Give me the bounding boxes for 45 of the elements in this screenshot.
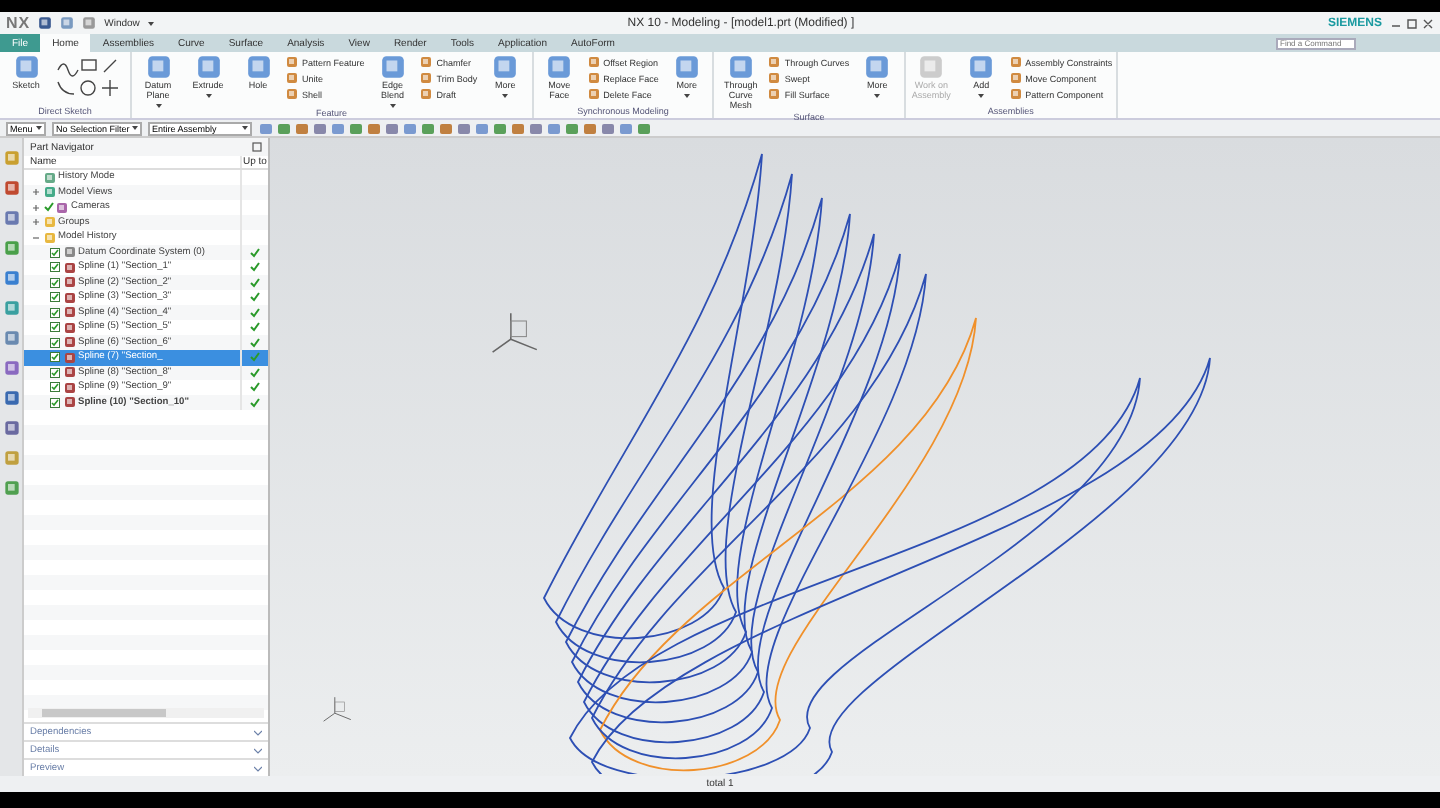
chevron-icon: [254, 765, 262, 771]
checkbox[interactable]: [50, 397, 60, 408]
checkbox[interactable]: [50, 367, 60, 378]
tool-icon: [587, 72, 600, 84]
tool-icon: [286, 72, 298, 84]
checkbox[interactable]: [50, 292, 60, 303]
caret-icon: [874, 93, 881, 98]
expand-icon[interactable]: [32, 203, 40, 212]
expand-icon[interactable]: [32, 218, 40, 227]
horizontal-scrollbar[interactable]: [28, 708, 264, 718]
maximize-icon[interactable]: [252, 142, 262, 152]
datum-icon: [63, 246, 75, 259]
tool-icon: [768, 88, 781, 100]
checkbox[interactable]: [50, 277, 60, 288]
tool-icon: [286, 88, 298, 100]
expand-icon[interactable]: [32, 188, 40, 197]
checkbox[interactable]: [50, 262, 60, 273]
chevron-icon: [254, 729, 262, 735]
view-triad-icon: [322, 694, 354, 726]
checkbox[interactable]: [50, 307, 60, 318]
checkbox[interactable]: [50, 382, 60, 393]
caret-icon: [389, 103, 396, 108]
tool-icon: [587, 88, 600, 100]
caret-icon: [132, 126, 138, 130]
tool-icon: [1009, 72, 1022, 84]
caret-icon: [683, 93, 690, 98]
caret-icon: [242, 126, 248, 130]
checkbox[interactable]: [50, 352, 60, 363]
tool-icon: [420, 88, 433, 100]
app-logo: NX: [6, 14, 31, 32]
checkbox[interactable]: [50, 247, 60, 258]
caret-icon: [155, 103, 161, 108]
checkbox[interactable]: [50, 337, 60, 348]
tool-icon: [420, 72, 433, 84]
check-icon: [43, 202, 53, 213]
caret-icon: [147, 21, 154, 25]
tool-icon: [1009, 88, 1022, 100]
checkbox[interactable]: [50, 322, 60, 333]
caret-icon: [36, 126, 42, 130]
window-controls-icon[interactable]: [1390, 17, 1434, 29]
tool-icon: [768, 72, 781, 84]
caret-icon: [978, 93, 985, 98]
caret-icon: [205, 93, 211, 98]
caret-icon: [502, 93, 509, 98]
chevron-icon: [254, 747, 262, 753]
